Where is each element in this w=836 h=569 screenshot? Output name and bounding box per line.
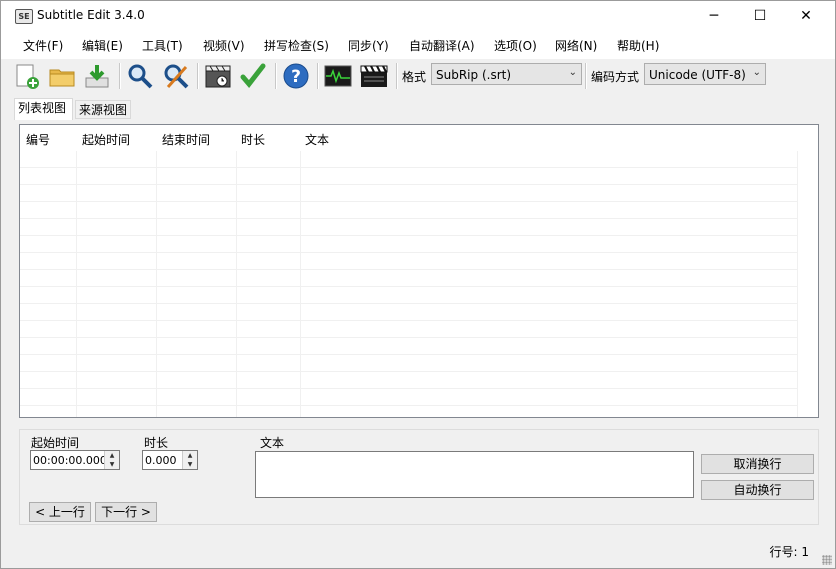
column-header-number[interactable]: 编号 — [26, 131, 50, 148]
toolbar-separator — [585, 63, 587, 89]
toolbar-separator — [317, 63, 319, 89]
start-time-input[interactable]: 00:00:00.000 ▲ ▼ — [30, 450, 120, 470]
row-divider — [20, 252, 798, 253]
row-divider — [20, 286, 798, 287]
row-divider — [20, 320, 798, 321]
waveform-icon[interactable] — [324, 62, 352, 90]
text-label: 文本 — [260, 436, 285, 450]
replace-icon[interactable] — [162, 62, 190, 90]
status-bar: 行号: 1 — [1, 536, 835, 568]
column-header-end-time[interactable]: 结束时间 — [162, 131, 210, 148]
row-divider — [20, 235, 798, 236]
row-divider — [20, 371, 798, 372]
visual-sync-icon[interactable] — [204, 62, 232, 90]
new-file-icon[interactable] — [13, 62, 41, 90]
duration-label: 时长 — [144, 436, 169, 450]
row-divider — [20, 337, 798, 338]
row-divider — [20, 218, 798, 219]
save-download-icon[interactable] — [83, 62, 111, 90]
chevron-down-icon: ⌄ — [568, 67, 577, 78]
start-time-value: 00:00:00.000 — [33, 454, 107, 467]
column-divider — [797, 125, 798, 417]
menu-options[interactable]: 选项(O) — [494, 37, 537, 54]
start-time-label: 起始时间 — [31, 436, 80, 450]
video-clapper-icon[interactable] — [360, 62, 388, 90]
menu-help[interactable]: 帮助(H) — [617, 37, 659, 54]
row-divider — [20, 167, 798, 168]
menu-tools[interactable]: 工具(T) — [142, 37, 183, 54]
menu-edit[interactable]: 编辑(E) — [82, 37, 123, 54]
menu-video[interactable]: 视频(V) — [203, 37, 245, 54]
next-line-button[interactable]: 下一行 > — [95, 502, 157, 522]
duration-spinner[interactable]: ▲ ▼ — [182, 451, 197, 469]
column-divider — [156, 125, 157, 417]
window-title: Subtitle Edit 3.4.0 — [37, 8, 145, 22]
column-divider — [300, 125, 301, 417]
title-bar: SE Subtitle Edit 3.4.0 ─ ☐ ✕ — [1, 1, 835, 31]
line-number-status: 行号: 1 — [769, 545, 810, 559]
format-select[interactable]: SubRip (.srt) ⌄ — [431, 63, 582, 85]
menu-bar: 文件(F) 编辑(E) 工具(T) 视频(V) 拼写检查(S) 同步(Y) 自动… — [1, 31, 835, 59]
spin-down-icon[interactable]: ▼ — [183, 460, 197, 469]
toolbar-separator — [275, 63, 277, 89]
column-divider — [236, 125, 237, 417]
row-divider — [20, 303, 798, 304]
format-select-value: SubRip (.srt) — [436, 68, 512, 82]
column-header-duration[interactable]: 时长 — [241, 131, 265, 148]
unbreak-button[interactable]: 取消换行 — [701, 454, 814, 474]
row-divider — [20, 354, 798, 355]
tab-list-view[interactable]: 列表视图 — [14, 98, 73, 120]
open-folder-icon[interactable] — [48, 62, 76, 90]
encoding-select-value: Unicode (UTF-8) — [649, 68, 746, 82]
row-divider — [20, 201, 798, 202]
duration-input[interactable]: 0.000 ▲ ▼ — [142, 450, 198, 470]
maximize-button[interactable]: ☐ — [737, 1, 783, 31]
spin-down-icon[interactable]: ▼ — [105, 460, 119, 469]
auto-break-button[interactable]: 自动换行 — [701, 480, 814, 500]
close-button[interactable]: ✕ — [783, 1, 829, 31]
main-window: SE Subtitle Edit 3.4.0 ─ ☐ ✕ 文件(F) 编辑(E)… — [0, 0, 836, 569]
duration-value: 0.000 — [145, 454, 177, 467]
previous-line-button[interactable]: < 上一行 — [29, 502, 91, 522]
find-icon[interactable] — [126, 62, 154, 90]
format-label: 格式 — [402, 70, 427, 84]
toolbar-separator — [396, 63, 398, 89]
toolbar: ? 格式 SubRip (.srt) ⌄ 编码方式 Unicode (UTF-8… — [1, 59, 835, 93]
column-header-start-time[interactable]: 起始时间 — [82, 131, 130, 148]
resize-grip-icon[interactable] — [822, 555, 832, 565]
row-divider — [20, 269, 798, 270]
row-divider — [20, 184, 798, 185]
menu-file[interactable]: 文件(F) — [23, 37, 63, 54]
spell-check-icon[interactable] — [239, 62, 267, 90]
menu-auto-translate[interactable]: 自动翻译(A) — [409, 37, 475, 54]
subtitle-text-input[interactable] — [255, 451, 694, 498]
menu-networking[interactable]: 网络(N) — [555, 37, 597, 54]
start-time-spinner[interactable]: ▲ ▼ — [104, 451, 119, 469]
toolbar-separator — [197, 63, 199, 89]
help-icon[interactable]: ? — [282, 62, 310, 90]
spin-up-icon[interactable]: ▲ — [105, 451, 119, 460]
row-divider — [20, 388, 798, 389]
menu-sync[interactable]: 同步(Y) — [348, 37, 389, 54]
row-divider — [20, 405, 798, 406]
column-divider — [76, 125, 77, 417]
spin-up-icon[interactable]: ▲ — [183, 451, 197, 460]
menu-spellcheck[interactable]: 拼写检查(S) — [264, 37, 329, 54]
subtitle-list[interactable]: 编号 起始时间 结束时间 时长 文本 — [19, 124, 819, 418]
tab-source-view[interactable]: 来源视图 — [75, 100, 131, 119]
chevron-down-icon: ⌄ — [752, 67, 761, 78]
minimize-button[interactable]: ─ — [691, 1, 737, 31]
encoding-select[interactable]: Unicode (UTF-8) ⌄ — [644, 63, 766, 85]
app-icon: SE — [15, 9, 33, 24]
toolbar-separator — [119, 63, 121, 89]
encoding-label: 编码方式 — [591, 70, 640, 84]
column-header-text[interactable]: 文本 — [305, 131, 329, 148]
svg-text:?: ? — [291, 67, 301, 87]
list-header: 编号 起始时间 结束时间 时长 文本 — [20, 125, 818, 151]
